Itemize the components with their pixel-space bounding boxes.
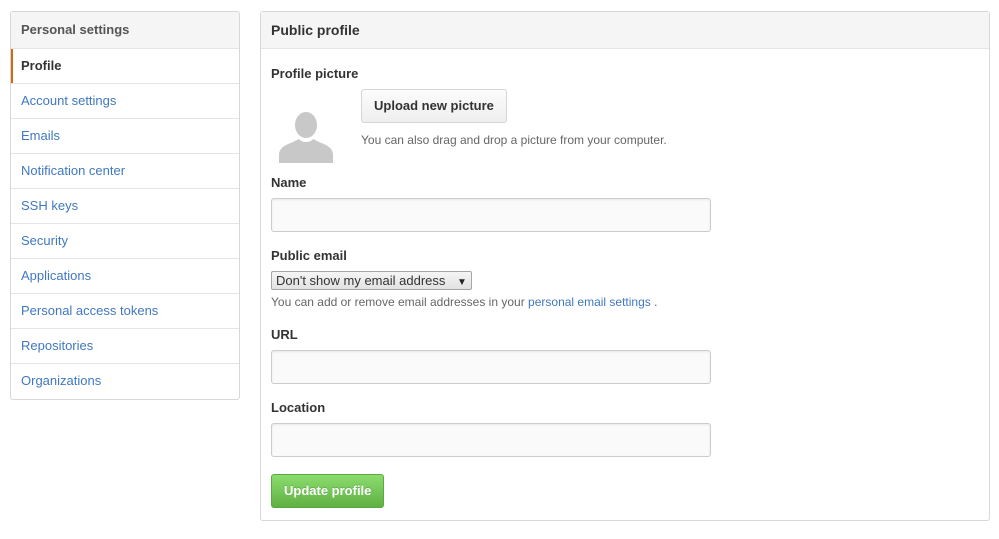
public-email-label: Public email — [271, 248, 347, 263]
url-input[interactable] — [271, 350, 711, 384]
sidebar-title: Personal settings — [11, 12, 239, 49]
page-title: Public profile — [261, 12, 989, 49]
public-email-selected-value: Don't show my email address — [276, 273, 446, 288]
settings-sidebar: Personal settings Profile Account settin… — [10, 11, 240, 400]
avatar — [279, 109, 333, 163]
email-help-text: You can add or remove email addresses in… — [271, 295, 657, 309]
name-label: Name — [271, 175, 307, 190]
sidebar-item-notification-center[interactable]: Notification center — [11, 154, 239, 189]
sidebar-item-profile[interactable]: Profile — [11, 49, 239, 84]
url-label: URL — [271, 327, 298, 342]
sidebar-item-security[interactable]: Security — [11, 224, 239, 259]
sidebar-item-organizations[interactable]: Organizations — [11, 364, 239, 399]
sidebar-item-ssh-keys[interactable]: SSH keys — [11, 189, 239, 224]
sidebar-item-personal-access-tokens[interactable]: Personal access tokens — [11, 294, 239, 329]
profile-picture-label: Profile picture — [271, 66, 359, 81]
upload-help-text: You can also drag and drop a picture fro… — [361, 133, 667, 147]
email-help-prefix: You can add or remove email addresses in… — [271, 295, 525, 309]
email-help-suffix: . — [654, 295, 658, 309]
sidebar-item-account-settings[interactable]: Account settings — [11, 84, 239, 119]
location-label: Location — [271, 400, 326, 415]
default-avatar-icon — [279, 112, 333, 163]
sidebar-item-emails[interactable]: Emails — [11, 119, 239, 154]
sidebar-item-repositories[interactable]: Repositories — [11, 329, 239, 364]
public-profile-panel: Public profile Profile picture Upload ne… — [260, 11, 990, 521]
update-profile-button[interactable]: Update profile — [271, 474, 385, 508]
personal-email-settings-link[interactable]: personal email settings — [528, 295, 651, 309]
sidebar-item-applications[interactable]: Applications — [11, 259, 239, 294]
location-input[interactable] — [271, 423, 711, 457]
name-input[interactable] — [271, 198, 711, 232]
chevron-down-icon: ▼ — [457, 277, 467, 288]
public-email-select[interactable]: Don't show my email address ▼ — [271, 271, 472, 290]
upload-new-picture-button[interactable]: Upload new picture — [361, 89, 507, 123]
